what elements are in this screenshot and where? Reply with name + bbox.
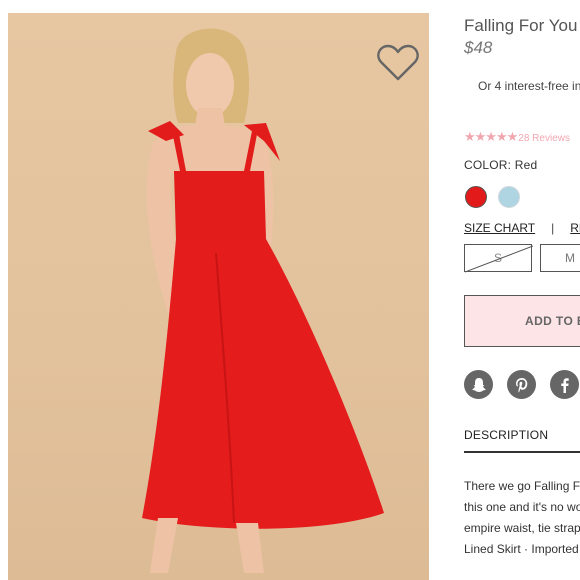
snapchat-icon[interactable] <box>464 370 493 399</box>
facebook-icon[interactable] <box>550 370 579 399</box>
size-chart-link[interactable]: SIZE CHART <box>464 221 535 235</box>
size-links: SIZE CHART | RE <box>464 221 580 235</box>
size-option-m[interactable]: M <box>540 244 580 272</box>
color-label: COLOR: Red <box>464 158 538 172</box>
size-option-s[interactable]: S <box>464 244 533 273</box>
size-label-m: M <box>565 251 575 265</box>
review-count-link[interactable]: 28 Reviews <box>518 133 570 144</box>
color-swatch-red[interactable] <box>465 186 487 208</box>
color-swatch-light-blue[interactable] <box>498 186 520 208</box>
rating-stars-icon: ★★★★★ <box>464 129 518 144</box>
pinterest-icon[interactable] <box>507 370 536 399</box>
description-line: Lined Skirt · Imported <box>464 542 579 556</box>
favorite-heart-icon[interactable] <box>376 43 420 83</box>
link-separator: | <box>551 221 555 235</box>
description-line: There we go Falling F <box>464 479 580 493</box>
description-line: this one and it's no wo <box>464 500 580 514</box>
product-price: $48 <box>464 38 493 57</box>
tab-description[interactable]: DESCRIPTION <box>464 428 548 442</box>
returns-link[interactable]: RE <box>570 221 580 235</box>
product-description: There we go Falling F this one and it's … <box>464 476 580 560</box>
sold-out-slash <box>465 245 533 273</box>
rating[interactable]: ★★★★★28 Reviews <box>464 129 570 145</box>
model-illustration <box>142 28 384 573</box>
product-info: Falling For You A $48 Or 4 interest-free… <box>464 0 580 580</box>
tab-underline <box>464 451 580 453</box>
product-title: Falling For You A <box>464 16 580 35</box>
add-to-bag-button[interactable]: ADD TO B <box>464 295 580 347</box>
installments-text: Or 4 interest-free in <box>478 79 580 93</box>
description-line: empire waist, tie strap <box>464 521 580 535</box>
product-photo <box>8 13 429 580</box>
